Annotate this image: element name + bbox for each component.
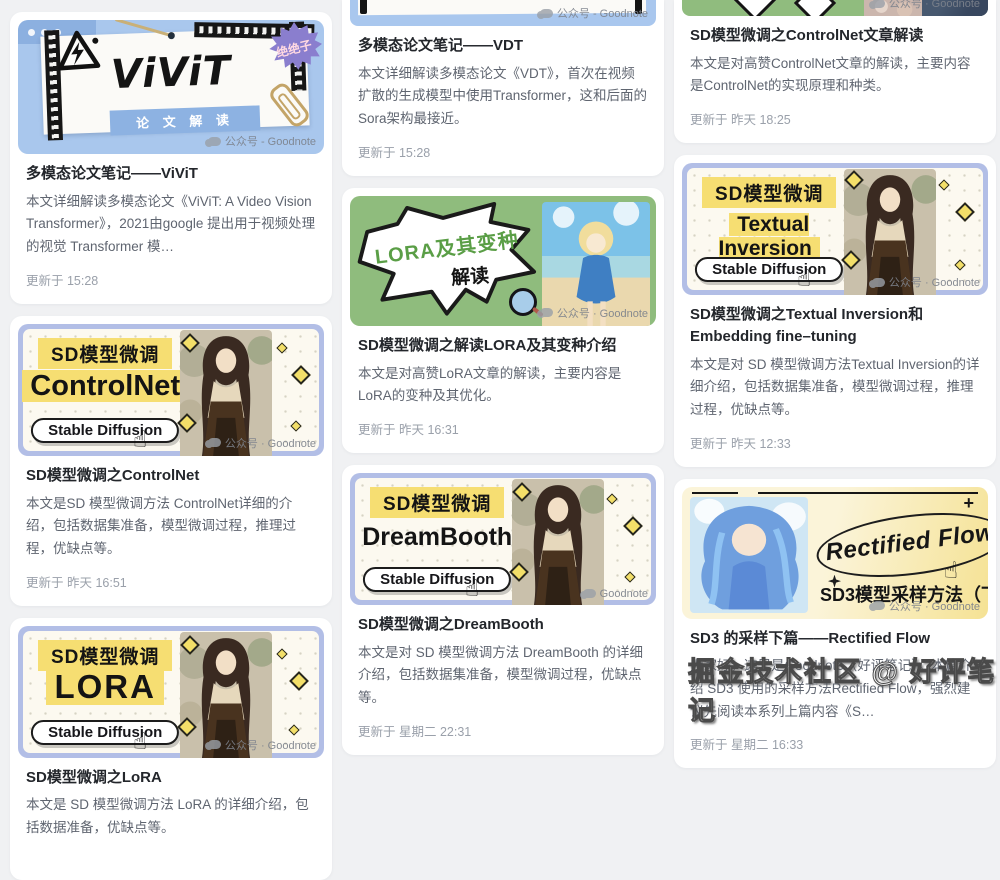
cover-rectified-flow: Rectified Flow + ☝ SD3模型采样方法（下篇） 公众号 · G…: [682, 487, 988, 619]
arrow-tip-graphic: [734, 0, 776, 16]
note-card-vdt[interactable]: 公众号 - Goodnote 多模态论文笔记——VDT 本文详细解读多模态论文《…: [342, 0, 664, 176]
card-description: 本文是SD 模型微调方法 ControlNet详细的介绍，包括数据集准备，模型微…: [26, 493, 316, 561]
column-left: ViViT 论 文 解 读 绝绝子 公众号 - Goodnote 多模态论文笔记…: [10, 12, 332, 880]
goodnote-logo-icon: [872, 601, 885, 610]
card-description: 本文是 SD 模型微调方法 LoRA 的详细介绍，包括数据准备，优缺点等。: [26, 794, 316, 839]
card-updated-time: 更新于 昨天 16:31: [358, 419, 648, 438]
cover-banner: 论 文 解 读: [110, 105, 261, 135]
card-description: 本文是对 SD 模型微调方法Textual Inversion的详细介绍，包括数…: [690, 354, 980, 422]
goodnote-logo-icon: [208, 740, 221, 749]
card-updated-time: 更新于 15:28: [26, 270, 316, 289]
notes-grid: ViViT 论 文 解 读 绝绝子 公众号 - Goodnote 多模态论文笔记…: [10, 0, 996, 880]
goodnote-logo-icon: [540, 9, 553, 18]
card-title: SD模型微调之ControlNet文章解读: [690, 25, 980, 47]
card-title: 多模态论文笔记——ViViT: [26, 163, 316, 185]
note-card-lora-variants[interactable]: LORA及其变种 解读 公众号 · Goodnote SD模型微调之解读LO: [342, 188, 664, 453]
cover-keyword: Textual Inversion: [682, 213, 856, 261]
plus-sparkle-icon: +: [963, 493, 974, 514]
goodnote-watermark: Goodnote: [583, 588, 648, 600]
goodnote-watermark: 公众号 · Goodnote: [208, 737, 316, 753]
hand-cursor-icon: ☝: [133, 428, 147, 451]
stable-diffusion-label: Stable Diffusion: [695, 257, 843, 282]
goodnote-watermark: 公众号 · Goodnote: [872, 274, 980, 290]
cover-tag: SD模型微调: [702, 177, 836, 208]
cover-vivit: ViViT 论 文 解 读 绝绝子 公众号 - Goodnote: [18, 20, 324, 154]
cover-vdt-sliver: 公众号 - Goodnote: [350, 0, 656, 26]
stable-diffusion-label: Stable Diffusion: [363, 567, 511, 592]
goodnote-watermark: 公众号 - Goodnote: [540, 5, 648, 21]
goodnote-watermark: 公众号 - Goodnote: [208, 133, 316, 149]
goodnote-watermark: 公众号 · Goodnote: [208, 435, 316, 451]
goodnote-watermark: 公众号 · Goodnote: [872, 0, 980, 11]
cover-green-sliver: 公众号 · Goodnote: [682, 0, 988, 16]
magnifier-icon: [509, 288, 537, 316]
card-title: SD模型微调之DreamBooth: [358, 614, 648, 636]
card-updated-time: 更新于 星期二 16:33: [690, 734, 980, 753]
decorative-line: [692, 492, 978, 495]
site-watermark: 掘金技术社区 @ 好评笔记: [688, 650, 1000, 728]
cover-controlnet: SD模型微调 ControlNet Stable Diffusion ☝: [18, 324, 324, 456]
column-middle: 公众号 - Goodnote 多模态论文笔记——VDT 本文详细解读多模态论文《…: [342, 0, 664, 880]
card-description: 本文是对高赞ControlNet文章的解读，主要内容是ControlNet的实现…: [690, 53, 980, 98]
goodnote-logo-icon: [540, 308, 553, 317]
cover-girl-photo: [690, 497, 808, 613]
card-title: SD模型微调之Textual Inversion和Embedding fine–…: [690, 304, 980, 348]
cover-tag: SD模型微调: [38, 640, 172, 671]
cover-lora-variants: LORA及其变种 解读 公众号 · Goodnote: [350, 196, 656, 326]
hand-cursor-icon: ☝: [944, 559, 958, 582]
hand-cursor-icon: ☝: [797, 267, 811, 290]
card-title: SD模型微调之解读LORA及其变种介绍: [358, 335, 648, 357]
card-title: 多模态论文笔记——VDT: [358, 35, 648, 57]
cover-tag: SD模型微调: [38, 338, 172, 369]
hand-cursor-icon: ☝: [465, 577, 479, 600]
goodnote-logo-icon: [208, 438, 221, 447]
card-updated-time: 更新于 昨天 16:51: [26, 572, 316, 591]
cover-keyword: LORA: [18, 668, 192, 706]
cover-textual-inversion: SD模型微调 Textual Inversion Stable Diffusio…: [682, 163, 988, 295]
cover-keyword: DreamBooth: [350, 523, 524, 552]
card-title: SD模型微调之LoRA: [26, 767, 316, 789]
column-right: 公众号 · Goodnote SD模型微调之ControlNet文章解读 本文是…: [674, 0, 996, 880]
card-description: 本文详细解读多模态论文《VDT》，首次在视频扩散的生成模型中使用Transfor…: [358, 63, 648, 131]
card-description: 本文是对 SD 模型微调方法 DreamBooth 的详细介绍，包括数据集准备，…: [358, 642, 648, 710]
cover-subtitle: 解读: [450, 260, 490, 290]
cover-tag: SD模型微调: [370, 487, 504, 518]
card-description: 本文是对高赞LoRA文章的解读，主要内容是LoRA的变种及其优化。: [358, 363, 648, 408]
stable-diffusion-label: Stable Diffusion: [31, 720, 179, 745]
card-updated-time: [26, 851, 316, 865]
stable-diffusion-label: Stable Diffusion: [31, 418, 179, 443]
card-title: SD模型微调之ControlNet: [26, 465, 316, 487]
goodnote-logo-icon: [872, 0, 885, 8]
card-description: 本文详细解读多模态论文《ViViT: A Video Vision Transf…: [26, 191, 316, 259]
card-updated-time: 更新于 昨天 12:33: [690, 433, 980, 452]
hand-cursor-icon: ☝: [133, 730, 147, 753]
cover-dreambooth: SD模型微调 DreamBooth Stable Diffusion ☝: [350, 473, 656, 605]
goodnote-logo-icon: [208, 137, 221, 146]
goodnote-logo-icon: [583, 589, 596, 598]
note-card-controlnet[interactable]: SD模型微调 ControlNet Stable Diffusion ☝: [10, 316, 332, 606]
card-updated-time: 更新于 星期二 22:31: [358, 721, 648, 740]
goodnote-watermark: 公众号 · Goodnote: [540, 305, 648, 321]
goodnote-logo-icon: [872, 278, 885, 287]
goodnote-watermark: 公众号 · Goodnote: [872, 598, 980, 614]
cover-keyword: ControlNet: [18, 370, 192, 403]
note-card-vivit[interactable]: ViViT 论 文 解 读 绝绝子 公众号 - Goodnote 多模态论文笔记…: [10, 12, 332, 304]
cover-lora: SD模型微调 LORA Stable Diffusion ☝: [18, 626, 324, 758]
note-card-controlnet-review[interactable]: 公众号 · Goodnote SD模型微调之ControlNet文章解读 本文是…: [674, 0, 996, 143]
card-updated-time: 更新于 昨天 18:25: [690, 109, 980, 128]
card-title: SD3 的采样下篇——Rectified Flow: [690, 628, 980, 650]
note-card-lora[interactable]: SD模型微调 LORA Stable Diffusion ☝: [10, 618, 332, 880]
note-card-dreambooth[interactable]: SD模型微调 DreamBooth Stable Diffusion ☝: [342, 465, 664, 755]
card-updated-time: 更新于 15:28: [358, 142, 648, 161]
arrow-tip-graphic: [794, 0, 836, 16]
note-card-textual-inversion[interactable]: SD模型微调 Textual Inversion Stable Diffusio…: [674, 155, 996, 467]
film-strip-icon: [360, 0, 367, 14]
